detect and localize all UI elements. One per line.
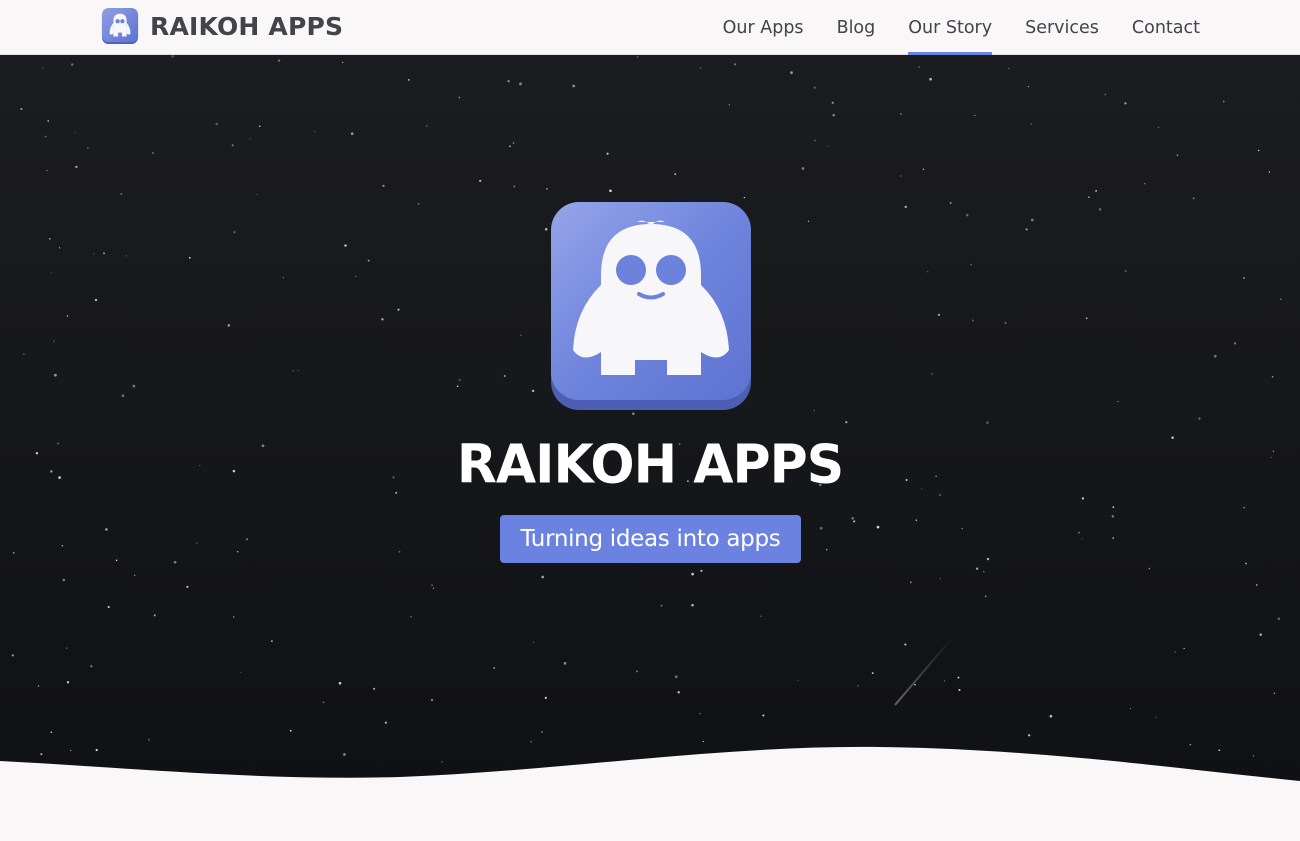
site-header: RAIKOH APPS Our Apps Blog Our Story Serv… — [0, 0, 1300, 56]
nav-blog[interactable]: Blog — [837, 0, 876, 55]
raikoh-ghost-logo-icon — [101, 7, 139, 45]
main-nav: Our Apps Blog Our Story Services Contact — [690, 0, 1200, 56]
nav-services[interactable]: Services — [1025, 0, 1099, 55]
brand-name: RAIKOH APPS — [150, 11, 344, 41]
hero-section: RAIKOH APPS Turning ideas into apps — [0, 55, 1300, 841]
brand-home-link[interactable]: RAIKOH APPS — [101, 6, 343, 46]
wave-divider — [0, 746, 1300, 841]
nav-our-apps[interactable]: Our Apps — [723, 0, 804, 55]
nav-contact[interactable]: Contact — [1132, 0, 1200, 55]
nav-our-story[interactable]: Our Story — [908, 0, 992, 56]
